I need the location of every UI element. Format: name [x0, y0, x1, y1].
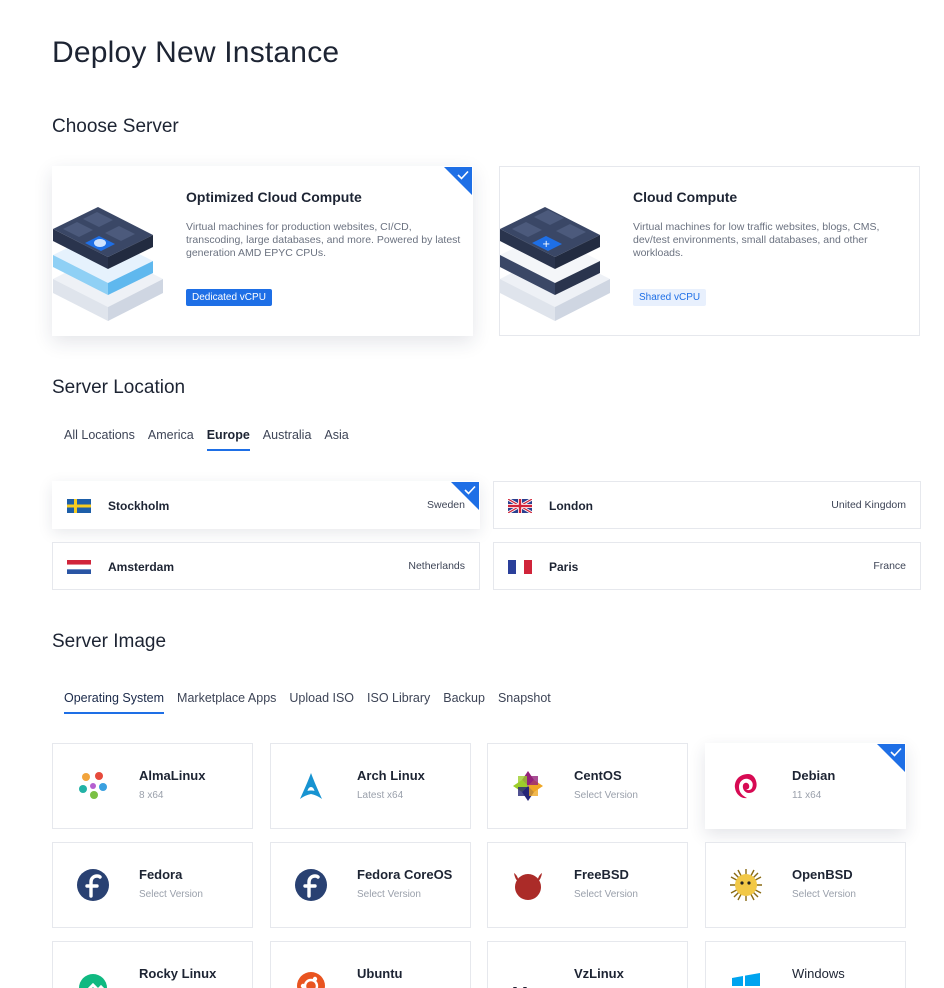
os-version: Select Version: [792, 889, 856, 900]
os-version: Select Version: [139, 889, 203, 900]
os-card-vzlinux[interactable]: V z z VzLinux: [487, 941, 688, 988]
optimized-compute-illustration: [53, 207, 163, 321]
fedora-icon: [77, 869, 109, 901]
location-country: France: [873, 560, 906, 572]
location-country: United Kingdom: [831, 499, 906, 511]
os-version: 11 x64: [792, 790, 822, 801]
location-stockholm[interactable]: Stockholm Sweden: [52, 481, 480, 529]
france-flag-icon: [508, 560, 532, 574]
os-name: Windows: [792, 966, 845, 981]
page-title: Deploy New Instance: [52, 36, 340, 69]
uk-flag-icon: [508, 499, 532, 513]
openbsd-icon: [730, 869, 762, 901]
os-name: VzLinux: [574, 966, 624, 981]
os-card-fedora[interactable]: Fedora Select Version: [52, 842, 253, 928]
os-version: Select Version: [574, 790, 638, 801]
tab-australia[interactable]: Australia: [263, 428, 312, 451]
cloud-compute-illustration: +: [500, 207, 610, 321]
tab-upload-iso[interactable]: Upload ISO: [289, 691, 354, 714]
os-name: Debian: [792, 768, 836, 783]
os-card-centos[interactable]: CentOS Select Version: [487, 743, 688, 829]
os-card-fedora-coreos[interactable]: Fedora CoreOS Select Version: [270, 842, 471, 928]
server-card-title: Optimized Cloud Compute: [186, 189, 362, 205]
vzlinux-icon: V z z: [513, 984, 530, 988]
image-tabs: Operating System Marketplace Apps Upload…: [64, 691, 564, 714]
tab-asia[interactable]: Asia: [324, 428, 348, 451]
os-card-openbsd[interactable]: OpenBSD Select Version: [705, 842, 906, 928]
os-card-freebsd[interactable]: FreeBSD Select Version: [487, 842, 688, 928]
os-name: OpenBSD: [792, 867, 853, 882]
os-card-almalinux[interactable]: AlmaLinux 8 x64: [52, 743, 253, 829]
tab-marketplace-apps[interactable]: Marketplace Apps: [177, 691, 276, 714]
os-name: Arch Linux: [357, 768, 425, 783]
location-city: Stockholm: [108, 499, 170, 513]
os-version: Select Version: [357, 889, 421, 900]
location-city: Amsterdam: [108, 560, 175, 574]
server-image-heading: Server Image: [52, 631, 167, 652]
os-version: Select Version: [574, 889, 638, 900]
os-card-ubuntu[interactable]: Ubuntu: [270, 941, 471, 988]
os-card-debian[interactable]: Debian 11 x64: [705, 743, 906, 829]
server-card-cloud-compute[interactable]: + Cloud Compute Virtual machines for low…: [499, 166, 920, 336]
server-card-description: Virtual machines for production websites…: [186, 221, 461, 259]
os-version: 8 x64: [139, 790, 164, 801]
os-name: Fedora CoreOS: [357, 867, 453, 882]
tab-all-locations[interactable]: All Locations: [64, 428, 135, 451]
location-city: London: [549, 499, 593, 513]
os-version: Latest x64: [357, 790, 404, 801]
location-amsterdam[interactable]: Amsterdam Netherlands: [52, 542, 480, 590]
ubuntu-icon: [297, 972, 325, 988]
os-name: Rocky Linux: [139, 966, 217, 981]
almalinux-icon: [79, 772, 107, 799]
server-location-heading: Server Location: [52, 377, 186, 398]
os-name: Ubuntu: [357, 966, 403, 981]
choose-server-heading: Choose Server: [52, 116, 179, 137]
debian-icon: [734, 774, 757, 799]
os-name: AlmaLinux: [139, 768, 206, 783]
os-card-rocky-linux[interactable]: Rocky Linux: [52, 941, 253, 988]
tab-iso-library[interactable]: ISO Library: [367, 691, 430, 714]
location-country: Netherlands: [408, 560, 465, 572]
sweden-flag-icon: [67, 499, 91, 513]
tab-snapshot[interactable]: Snapshot: [498, 691, 551, 714]
location-city: Paris: [549, 560, 579, 574]
location-paris[interactable]: Paris France: [493, 542, 921, 590]
location-tabs: All Locations America Europe Australia A…: [64, 428, 362, 451]
rockylinux-icon: [79, 974, 107, 988]
centos-icon: [513, 771, 543, 801]
server-card-optimized-cloud-compute[interactable]: Optimized Cloud Compute Virtual machines…: [52, 166, 473, 336]
location-london[interactable]: London United Kingdom: [493, 481, 921, 529]
tab-america[interactable]: America: [148, 428, 194, 451]
netherlands-flag-icon: [67, 560, 91, 574]
os-name: Fedora: [139, 867, 183, 882]
selected-check-icon: [877, 744, 905, 772]
dedicated-vcpu-tag: Dedicated vCPU: [186, 289, 272, 306]
selected-check-icon: [451, 482, 479, 510]
selected-check-icon: [444, 167, 472, 195]
windows-icon: [732, 973, 760, 986]
os-name: FreeBSD: [574, 867, 629, 882]
tab-europe[interactable]: Europe: [206, 428, 250, 451]
fedora-coreos-icon: [295, 869, 327, 901]
os-name: CentOS: [574, 768, 622, 783]
shared-vcpu-tag: Shared vCPU: [633, 289, 707, 306]
server-card-title: Cloud Compute: [633, 189, 738, 205]
archlinux-icon: [300, 773, 322, 799]
tab-operating-system[interactable]: Operating System: [64, 691, 165, 714]
server-card-description: Virtual machines for low traffic website…: [633, 221, 880, 259]
tab-backup[interactable]: Backup: [443, 691, 485, 714]
freebsd-icon: [514, 873, 542, 900]
os-card-arch-linux[interactable]: Arch Linux Latest x64: [270, 743, 471, 829]
svg-text:+: +: [542, 239, 550, 250]
os-card-windows[interactable]: Windows: [705, 941, 906, 988]
